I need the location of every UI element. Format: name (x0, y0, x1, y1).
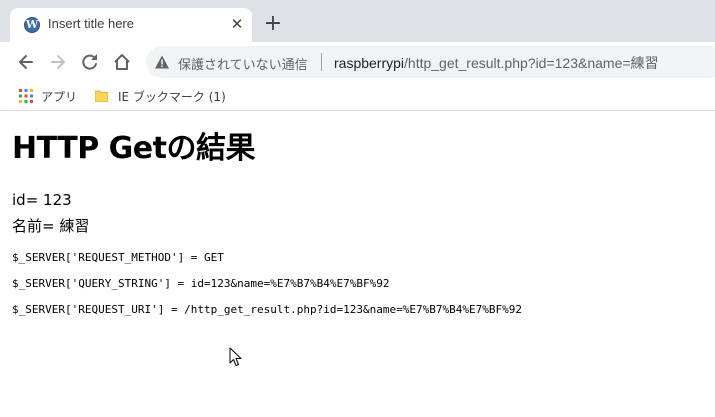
id-value: id= 123 (12, 191, 72, 209)
home-button[interactable] (110, 50, 134, 74)
close-icon[interactable]: ✕ (228, 15, 246, 33)
page-content: HTTP Getの結果 id= 123 名前= 練習 $_SERVER['REQ… (0, 111, 715, 417)
url-host: raspberrypi (334, 55, 405, 71)
server-request-uri: $_SERVER['REQUEST_URI'] = /http_get_resu… (12, 303, 522, 316)
server-request-method: $_SERVER['REQUEST_METHOD'] = GET (12, 251, 224, 264)
toolbar: 保護されていない通信 raspberrypi/http_get_result.p… (0, 42, 715, 82)
reload-icon (82, 54, 97, 70)
wordpress-icon: W (24, 17, 40, 33)
browser-window: W Insert title here ✕ + 保護されていない通信 raspb… (0, 0, 715, 417)
url-path: /http_get_result.php?id=123&name=練習 (404, 55, 659, 71)
bookmark-apps[interactable]: アプリ (19, 86, 89, 106)
mouse-cursor-icon (229, 347, 242, 366)
warning-icon[interactable] (154, 54, 170, 70)
tab-title: Insert title here (48, 16, 134, 31)
url-separator (321, 53, 322, 71)
forward-arrow-icon (51, 55, 65, 69)
new-tab-button[interactable]: + (262, 13, 284, 35)
bookmark-folder-ie[interactable]: IE ブックマーク (1) (95, 86, 235, 106)
server-query-string: $_SERVER['QUERY_STRING'] = id=123&name=%… (12, 277, 390, 290)
back-arrow-icon (19, 55, 33, 69)
folder-icon (95, 90, 108, 102)
home-icon (114, 54, 130, 70)
page-title: HTTP Getの結果 (12, 131, 255, 166)
tab-strip: W Insert title here ✕ + (0, 0, 715, 42)
url-text[interactable]: raspberrypi/http_get_result.php?id=123&n… (334, 53, 659, 73)
bookmarks-bar: アプリ IE ブックマーク (1) (0, 82, 715, 111)
not-secure-label[interactable]: 保護されていない通信 (178, 54, 308, 73)
tab-active[interactable]: W Insert title here ✕ (10, 8, 252, 42)
bookmark-apps-label: アプリ (41, 90, 78, 104)
back-button[interactable] (14, 50, 38, 74)
bookmark-folder-label: IE ブックマーク (1) (118, 90, 226, 104)
forward-button[interactable] (46, 50, 70, 74)
address-bar[interactable]: 保護されていない通信 raspberrypi/http_get_result.p… (146, 46, 715, 78)
apps-grid-icon (19, 89, 33, 103)
reload-button[interactable] (78, 50, 102, 74)
name-value: 名前= 練習 (12, 217, 90, 235)
